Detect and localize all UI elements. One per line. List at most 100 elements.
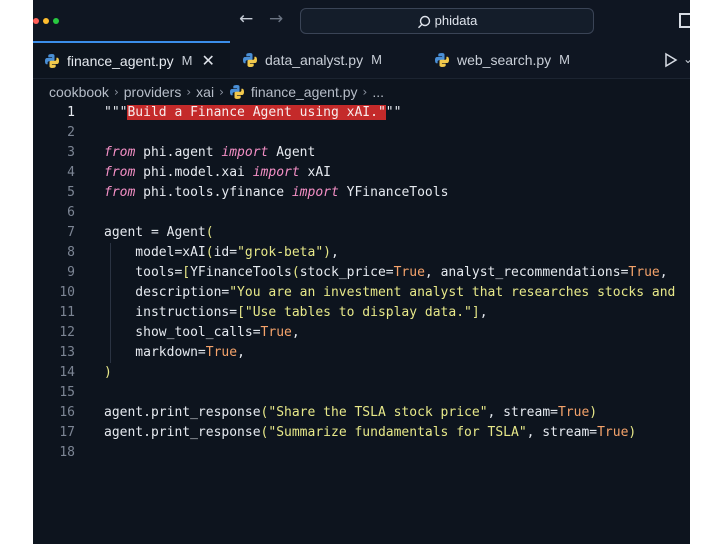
- python-file-icon: [435, 52, 449, 67]
- code-token: Agent: [268, 145, 316, 160]
- code-token: agent = Agent: [104, 225, 206, 240]
- modified-indicator: M: [371, 52, 382, 67]
- code-token: from: [104, 145, 136, 160]
- breadcrumb-item[interactable]: finance_agent.py: [251, 84, 358, 100]
- breadcrumb: cookbook › providers › xai › finance_age…: [49, 82, 384, 102]
- close-icon[interactable]: ✕: [201, 51, 214, 70]
- code-line[interactable]: 6: [33, 203, 690, 223]
- code-editor[interactable]: 1 """Build a Finance Agent using xAI.""" 2…: [33, 103, 690, 544]
- code-line[interactable]: 13 markdown=True,: [33, 343, 690, 363]
- code-token: tools=: [104, 265, 183, 280]
- code-token: instructions=: [104, 305, 238, 320]
- code-token: ): [628, 425, 637, 440]
- window-minimize-dot[interactable]: [43, 18, 49, 24]
- modified-indicator: M: [181, 53, 193, 68]
- code-token: True: [557, 405, 590, 420]
- code-line[interactable]: 8 model=xAI(id="grok-beta"),: [33, 243, 690, 263]
- code-token: stock_price=: [299, 265, 394, 280]
- tab-finance-agent[interactable]: finance_agent.py M ✕: [33, 41, 230, 78]
- code-token: (: [205, 225, 214, 240]
- line-number: 9: [67, 265, 75, 280]
- breadcrumb-item[interactable]: xai: [196, 84, 214, 100]
- python-file-icon: [229, 85, 244, 99]
- modified-indicator: M: [559, 52, 571, 67]
- window-close-dot[interactable]: [33, 18, 39, 24]
- code-token: ,: [479, 305, 488, 320]
- code-token: import: [221, 145, 269, 160]
- line-number: 10: [59, 285, 75, 300]
- layout-toggle-icon[interactable]: [679, 13, 690, 28]
- line-number: 8: [67, 245, 75, 260]
- code-token: (: [205, 245, 214, 260]
- code-text: markdown=True,: [104, 343, 245, 363]
- arrow-right-icon[interactable]: →: [269, 9, 283, 29]
- line-number: 18: [59, 445, 75, 460]
- code-token: YFinanceTools: [338, 185, 449, 200]
- code-token: phi.tools.yfinance: [135, 185, 292, 200]
- code-token: True: [597, 425, 629, 440]
- code-line[interactable]: 11 instructions=["Use tables to display …: [33, 303, 690, 323]
- code-line[interactable]: 5 from phi.tools.yfinance import YFinance…: [33, 183, 690, 203]
- line-number: 17: [59, 425, 75, 440]
- code-text: from phi.tools.yfinance import YFinanceT…: [104, 183, 448, 203]
- code-token: , stream=: [526, 425, 598, 440]
- code-token: "Share the TSLA stock price": [268, 405, 488, 420]
- code-token: import: [252, 165, 300, 180]
- code-line[interactable]: 17 agent.print_response("Summarize fundam…: [33, 423, 690, 443]
- code-token: "Use tables to display data.": [244, 305, 472, 320]
- code-token: show_tool_calls=: [104, 325, 261, 340]
- code-token: (: [291, 265, 300, 280]
- line-number: 11: [59, 305, 75, 320]
- play-icon[interactable]: [664, 52, 678, 68]
- code-token: [: [182, 265, 191, 280]
- code-line[interactable]: 2: [33, 123, 690, 143]
- python-file-icon: [243, 52, 257, 67]
- python-file-icon: [45, 53, 59, 68]
- code-text: show_tool_calls=True,: [104, 323, 299, 343]
- code-line[interactable]: 18: [33, 443, 690, 463]
- code-line[interactable]: 1 """Build a Finance Agent using xAI.""": [33, 103, 690, 123]
- breadcrumb-more[interactable]: ...: [372, 84, 384, 100]
- code-line[interactable]: 15: [33, 383, 690, 403]
- code-line[interactable]: 10 description="You are an investment an…: [33, 283, 690, 303]
- code-line[interactable]: 7 agent = Agent(: [33, 223, 690, 243]
- code-token: ]: [471, 305, 480, 320]
- tab-web-search[interactable]: web_search.py M: [434, 41, 570, 78]
- code-text: """Build a Finance Agent using xAI.""": [104, 103, 401, 123]
- chevron-down-icon[interactable]: ⌄: [683, 52, 690, 66]
- breadcrumb-item[interactable]: providers: [124, 84, 182, 100]
- breadcrumb-item[interactable]: cookbook: [49, 84, 109, 100]
- code-token: YFinanceTools: [190, 265, 292, 280]
- chevron-right-icon: ›: [362, 85, 368, 99]
- code-line[interactable]: 14): [33, 363, 690, 383]
- chevron-right-icon: ›: [186, 85, 192, 99]
- code-text: from phi.model.xai import xAI: [104, 163, 331, 183]
- code-line[interactable]: 16 agent.print_response("Share the TSLA s…: [33, 403, 690, 423]
- code-token: True: [393, 265, 425, 280]
- arrow-left-icon[interactable]: ←: [239, 9, 253, 29]
- code-token: phi.agent: [135, 145, 222, 160]
- code-token: True: [628, 265, 660, 280]
- code-line[interactable]: 12 show_tool_calls=True,: [33, 323, 690, 343]
- code-token: description=: [104, 285, 230, 300]
- tab-data-analyst[interactable]: data_analyst.py M: [242, 41, 382, 78]
- tab-label: web_search.py: [457, 51, 552, 68]
- code-token: [: [237, 305, 245, 320]
- chevron-right-icon: ›: [219, 85, 224, 99]
- window-zoom-dot[interactable]: [53, 18, 59, 24]
- tab-label: data_analyst.py: [265, 51, 364, 68]
- code-line[interactable]: 4 from phi.model.xai import xAI: [33, 163, 690, 183]
- code-token: id=: [213, 245, 238, 260]
- code-token: ): [323, 245, 331, 260]
- editor-window: ← → phidata finance_agent.py M ✕ data_an: [33, 0, 690, 544]
- code-line[interactable]: 3 from phi.agent import Agent: [33, 143, 690, 163]
- code-line[interactable]: 9 tools=[YFinanceTools(stock_price=True,…: [33, 263, 690, 283]
- command-search-box[interactable]: phidata: [300, 8, 594, 34]
- line-number: 13: [59, 345, 75, 360]
- code-token: ): [589, 405, 598, 420]
- code-token: ": [377, 105, 386, 120]
- line-number: 7: [67, 225, 75, 240]
- code-token: xAI: [299, 165, 332, 180]
- code-token: "": [385, 105, 402, 120]
- line-number: 2: [67, 125, 75, 140]
